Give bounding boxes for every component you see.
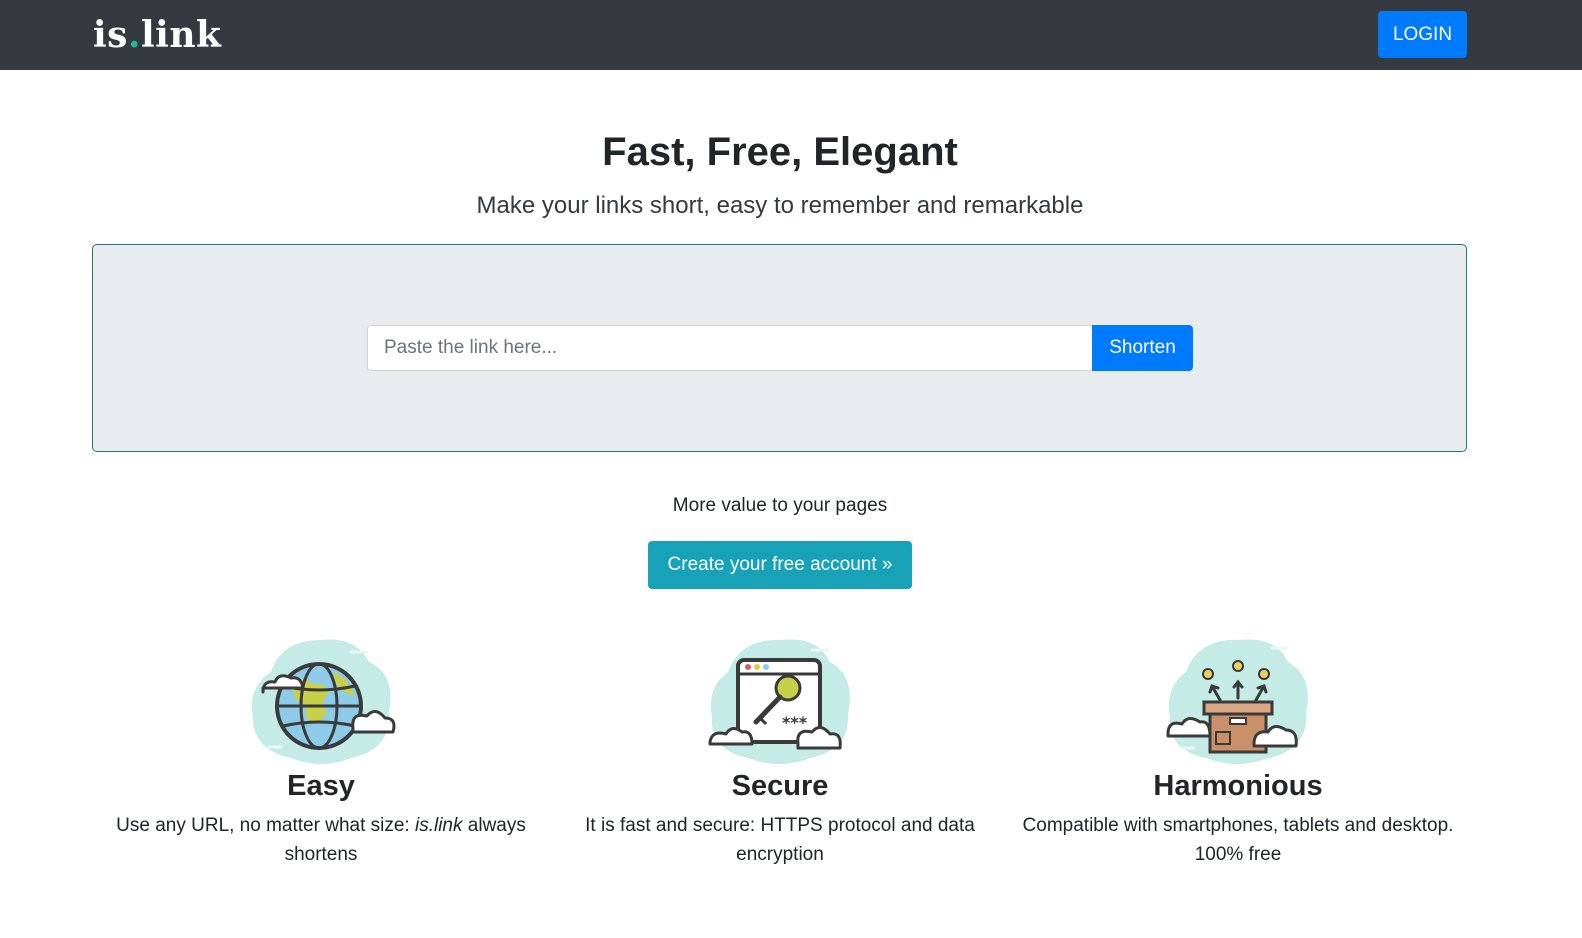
- shortener-panel: Shorten: [92, 244, 1467, 452]
- feature-secure: *** Secure It is fast and secure: HTTPS …: [550, 632, 1010, 869]
- brand-logo[interactable]: is.link: [93, 14, 221, 56]
- feature-harmonious: Harmonious Compatible with smartphones, …: [1008, 632, 1468, 869]
- feature-description: It is fast and secure: HTTPS protocol an…: [585, 815, 975, 865]
- shorten-button[interactable]: Shorten: [1092, 325, 1193, 371]
- page-title: Fast, Free, Elegant: [602, 130, 958, 174]
- feature-description: Use any URL, no matter what size: is.lin…: [116, 815, 526, 865]
- page-subtitle: Make your links short, easy to remember …: [476, 192, 1084, 219]
- globe-icon: [241, 632, 401, 768]
- url-input[interactable]: [367, 325, 1093, 371]
- feature-title: Secure: [731, 770, 829, 802]
- feature-description: Compatible with smartphones, tablets and…: [1022, 815, 1454, 865]
- create-account-button[interactable]: Create your free account »: [648, 541, 912, 589]
- box-icon: [1158, 632, 1318, 768]
- browser-key-icon: ***: [700, 632, 860, 768]
- cta-text: More value to your pages: [672, 495, 888, 516]
- navbar: is.link LOGIN: [0, 0, 1582, 70]
- feature-title: Easy: [287, 770, 355, 802]
- svg-text:***: ***: [782, 713, 808, 732]
- feature-easy: Easy Use any URL, no matter what size: i…: [91, 632, 551, 869]
- feature-title: Harmonious: [1153, 770, 1323, 802]
- login-button[interactable]: LOGIN: [1378, 11, 1467, 58]
